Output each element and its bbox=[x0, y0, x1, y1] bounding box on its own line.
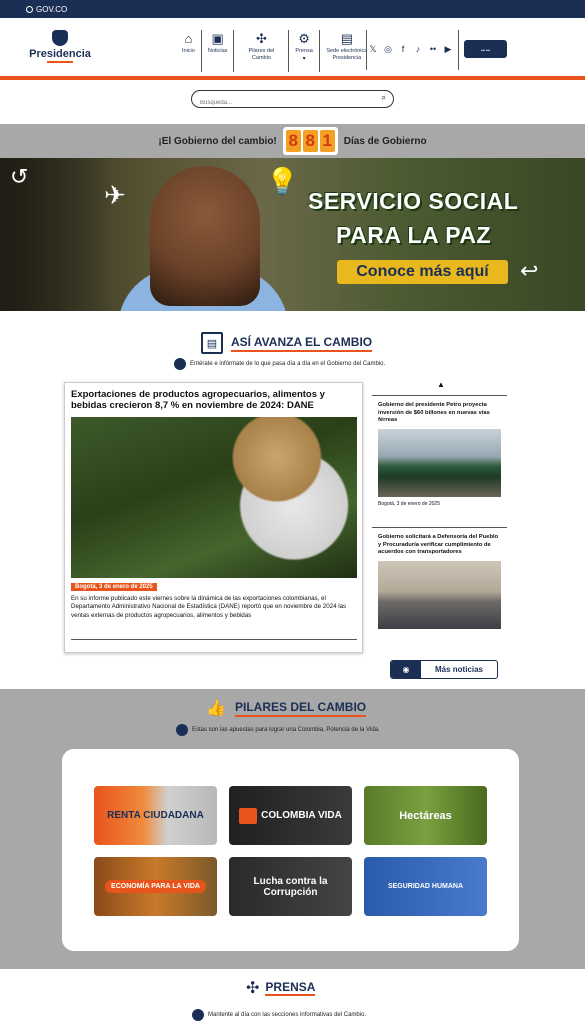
nav-prensa[interactable]: ⚙ Prensa ▾ bbox=[289, 30, 320, 72]
avanza-title: ASÍ AVANZA EL CAMBIO bbox=[231, 335, 373, 352]
counter-right-text: Días de Gobierno bbox=[343, 135, 427, 147]
avanza-subtitle-row: Entérate e infórmate de lo que pasa día … bbox=[174, 358, 385, 370]
side-news-date: Bogotá, 3 de enero de 2025 bbox=[378, 500, 440, 507]
info-icon bbox=[174, 358, 186, 370]
counter-digits: 8 8 1 bbox=[282, 127, 338, 155]
facebook-icon[interactable]: f bbox=[398, 44, 408, 54]
side-news-headline[interactable]: Gobierno solicitará a Defensoría del Pue… bbox=[372, 528, 507, 557]
e-office-icon: ▤ bbox=[340, 31, 353, 46]
lightbulb-icon: 💡 bbox=[266, 166, 299, 196]
main-news-headline[interactable]: Exportaciones de productos agropecuarios… bbox=[71, 389, 361, 412]
side-news-image[interactable] bbox=[378, 560, 501, 629]
newspaper-icon: ▤ bbox=[201, 332, 223, 354]
main-news-card[interactable]: Exportaciones de productos agropecuarios… bbox=[64, 382, 363, 653]
site-header: Presidencia ⌂ Inicio ▣ Noticias ✣ Pilare… bbox=[0, 18, 585, 77]
tiktok-icon[interactable]: ♪ bbox=[413, 44, 423, 54]
gov-label: GOV.CO bbox=[36, 4, 68, 14]
megaphone-icon: ✣ bbox=[246, 980, 260, 997]
counter-digit: 8 bbox=[302, 130, 318, 152]
days-counter: ¡El Gobierno del cambio! 8 8 1 Días de G… bbox=[0, 124, 585, 158]
banner-cta-button[interactable]: Conoce más aquí bbox=[337, 260, 508, 284]
pilares-title: PILARES DEL CAMBIO bbox=[235, 700, 367, 717]
pillar-renta-ciudadana[interactable]: RENTA CIUDADANA bbox=[94, 786, 217, 845]
swirl-decoration-icon: ↺ bbox=[10, 164, 29, 189]
pillars-icon: ✣ bbox=[255, 31, 267, 46]
pilares-grid: RENTA CIUDADANA COLOMBIA VIDA Hectáreas … bbox=[62, 749, 519, 951]
avanza-heading: ▤ ASÍ AVANZA EL CAMBIO bbox=[201, 332, 373, 354]
instagram-icon[interactable]: ◎ bbox=[383, 44, 393, 55]
side-news-item[interactable]: Gobierno del presidente Petro proyecta i… bbox=[372, 395, 507, 523]
curved-arrow-icon: ↩ bbox=[520, 258, 539, 283]
flickr-icon[interactable]: •• bbox=[428, 44, 438, 54]
avanza-subtitle: Entérate e infórmate de lo que pasa día … bbox=[190, 361, 386, 367]
chevron-down-icon: ▾ bbox=[302, 55, 306, 62]
home-icon: ⌂ bbox=[184, 31, 193, 46]
accessibility-button[interactable]: ▬ ▬ bbox=[464, 40, 507, 58]
pillar-colombia-vida[interactable]: COLOMBIA VIDA bbox=[229, 786, 352, 845]
person-photo bbox=[150, 166, 260, 306]
info-icon bbox=[176, 724, 188, 736]
gov-bar[interactable]: GOV.CO bbox=[0, 0, 585, 18]
news-icon: ▣ bbox=[211, 31, 224, 46]
carousel-up-arrow-icon[interactable]: ▲ bbox=[437, 380, 445, 389]
prensa-heading: ✣ PRENSA bbox=[246, 978, 316, 998]
coat-of-arms-icon bbox=[52, 30, 68, 46]
prensa-subtitle: Mantente al día con las secciones inform… bbox=[208, 1012, 367, 1018]
banner-title-line2: PARA LA PAZ bbox=[336, 222, 491, 248]
main-nav: ⌂ Inicio ▣ Noticias ✣ Pilares del Cambio… bbox=[176, 30, 374, 72]
counter-left-text: ¡El Gobierno del cambio! bbox=[158, 135, 277, 147]
banner-title-line1: SERVICIO SOCIAL bbox=[308, 188, 519, 214]
social-links: 𝕏 ◎ f ♪ •• ▶ bbox=[368, 42, 453, 56]
press-icon: ⚙ bbox=[298, 31, 310, 46]
eye-icon: ◉ bbox=[391, 661, 421, 678]
pilares-subtitle: Estas son las apuestas para lograr una C… bbox=[192, 727, 380, 733]
paper-plane-icon: ✈ bbox=[104, 180, 126, 210]
side-news-image[interactable] bbox=[378, 428, 501, 497]
prensa-subtitle-row: Mantente al día con las secciones inform… bbox=[192, 1009, 366, 1021]
side-news-item[interactable]: Gobierno solicitará a Defensoría del Pue… bbox=[372, 527, 507, 648]
main-news-summary: En su informe publicado este viernes sob… bbox=[71, 595, 347, 619]
gov-icon bbox=[26, 5, 33, 13]
pillar-lucha-corrupcion[interactable]: Lucha contra la Corrupción bbox=[229, 857, 352, 916]
prensa-title: PRENSA bbox=[265, 980, 316, 996]
nav-inicio[interactable]: ⌂ Inicio bbox=[176, 30, 202, 72]
hero-banner[interactable]: ↺ ✈ 💡 SERVICIO SOCIAL PARA LA PAZ Conoce… bbox=[0, 158, 585, 311]
search-input[interactable] bbox=[192, 95, 372, 111]
pilares-heading: 👍 PILARES DEL CAMBIO bbox=[205, 697, 367, 719]
header-divider bbox=[0, 76, 585, 80]
logo-text: Presidencia bbox=[29, 48, 91, 60]
search-icon[interactable]: ⌕ bbox=[382, 93, 386, 103]
counter-digit: 1 bbox=[319, 130, 335, 152]
nav-pilares[interactable]: ✣ Pilares del Cambio bbox=[234, 30, 290, 72]
main-news-image[interactable] bbox=[71, 417, 357, 578]
counter-digit: 8 bbox=[285, 130, 301, 152]
info-icon bbox=[192, 1009, 204, 1021]
pillar-seguridad-humana[interactable]: SEGURIDAD HUMANA bbox=[364, 857, 487, 916]
main-news-date: Bogotá, 3 de enero de 2025 bbox=[71, 583, 157, 591]
thumbs-up-icon: 👍 bbox=[206, 700, 226, 717]
pillar-economia-vida[interactable]: ECONOMÍA PARA LA VIDA bbox=[94, 857, 217, 916]
pilares-subtitle-row: Estas son las apuestas para lograr una C… bbox=[176, 724, 380, 736]
nav-noticias[interactable]: ▣ Noticias bbox=[202, 30, 235, 72]
presidencia-logo[interactable]: Presidencia bbox=[28, 30, 92, 63]
x-icon[interactable]: 𝕏 bbox=[368, 44, 378, 55]
search-box: ⌕ bbox=[191, 90, 394, 111]
vida-logo-icon bbox=[239, 807, 258, 824]
side-news-headline[interactable]: Gobierno del presidente Petro proyecta i… bbox=[372, 396, 507, 425]
more-news-button[interactable]: ◉ Más noticias bbox=[390, 660, 498, 679]
youtube-icon[interactable]: ▶ bbox=[443, 44, 453, 55]
pillar-hectareas[interactable]: Hectáreas bbox=[364, 786, 487, 845]
